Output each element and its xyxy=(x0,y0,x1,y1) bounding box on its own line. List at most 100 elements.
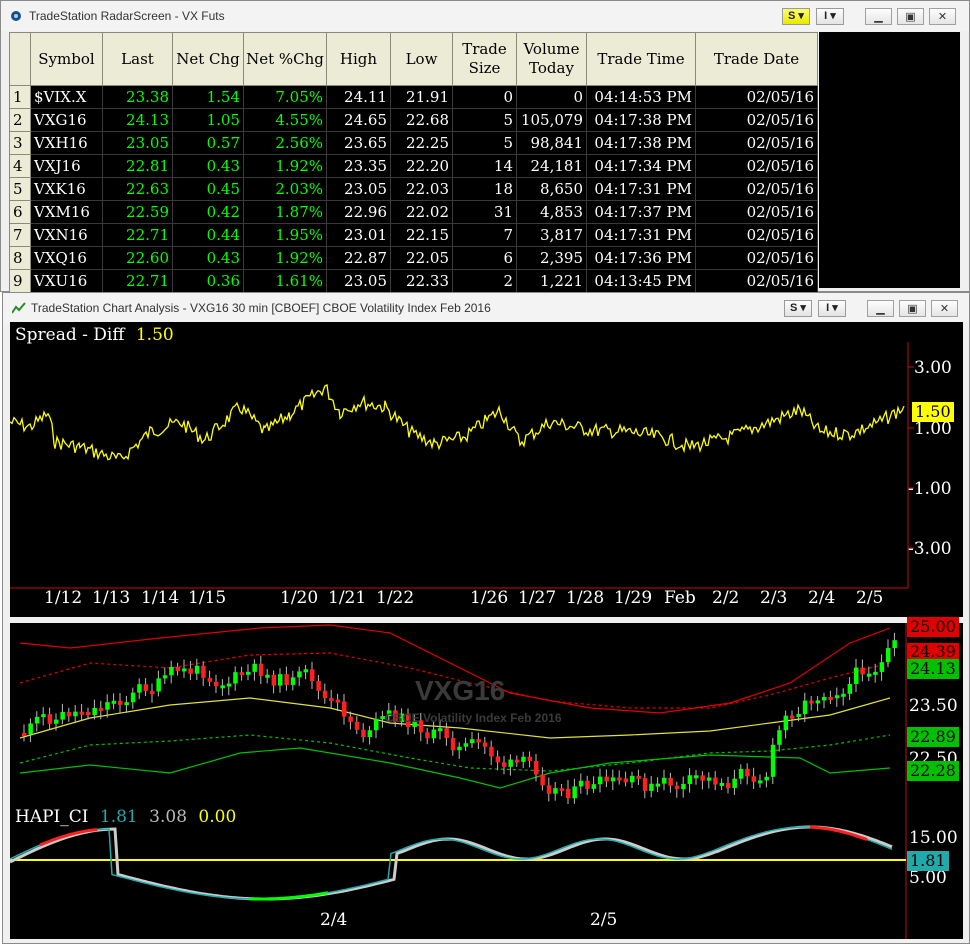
trade-size-cell[interactable]: 31 xyxy=(452,200,517,224)
net-pct-cell[interactable]: 1.92% xyxy=(243,246,327,270)
low-cell[interactable]: 22.68 xyxy=(390,108,453,132)
volume-cell[interactable]: 0 xyxy=(516,85,587,109)
net-pct-cell[interactable]: 1.92% xyxy=(243,154,327,178)
high-cell[interactable]: 23.05 xyxy=(326,269,391,293)
volume-cell[interactable]: 2,395 xyxy=(516,246,587,270)
trade-size-cell[interactable]: 18 xyxy=(452,177,517,201)
trade-date-cell[interactable]: 02/05/16 xyxy=(695,269,818,293)
radar-row[interactable]: 6 VXM16 22.59 0.42 1.87% 22.96 22.02 31 4,853 04:… xyxy=(9,200,818,224)
trade-date-cell[interactable]: 02/05/16 xyxy=(695,200,818,224)
trade-date-cell[interactable]: 02/05/16 xyxy=(695,131,818,155)
net-chg-cell[interactable]: 1.54 xyxy=(172,85,244,109)
radarscreen-restore-button[interactable]: ▣ xyxy=(897,8,924,25)
volume-cell[interactable]: 4,853 xyxy=(516,200,587,224)
symbol-cell[interactable]: VXU16 xyxy=(30,269,103,293)
hapi-panel[interactable]: HAPI_CI 1.81 3.08 0.00 15.00 5.00 1.81 2… xyxy=(10,804,963,939)
last-cell[interactable]: 22.81 xyxy=(102,154,173,178)
symbol-cell[interactable]: VXH16 xyxy=(30,131,103,155)
high-cell[interactable]: 23.05 xyxy=(326,177,391,201)
trade-time-cell[interactable]: 04:17:31 PM xyxy=(586,223,696,247)
radarscreen-close-button[interactable]: ✕ xyxy=(929,8,956,25)
trade-size-cell[interactable]: 5 xyxy=(452,108,517,132)
col-header-last[interactable]: Last xyxy=(102,32,173,86)
low-cell[interactable]: 22.03 xyxy=(390,177,453,201)
net-chg-cell[interactable]: 0.57 xyxy=(172,131,244,155)
net-pct-cell[interactable]: 1.61% xyxy=(243,269,327,293)
net-pct-cell[interactable]: 2.56% xyxy=(243,131,327,155)
col-header-trade-time[interactable]: Trade Time xyxy=(586,32,696,86)
trade-time-cell[interactable]: 04:17:31 PM xyxy=(586,177,696,201)
trade-size-cell[interactable]: 0 xyxy=(452,85,517,109)
col-header-trade-date[interactable]: Trade Date xyxy=(695,32,818,86)
last-cell[interactable]: 22.71 xyxy=(102,223,173,247)
high-cell[interactable]: 24.65 xyxy=(326,108,391,132)
trade-size-cell[interactable]: 2 xyxy=(452,269,517,293)
col-header-volume-today[interactable]: Volume Today xyxy=(516,32,587,86)
trade-time-cell[interactable]: 04:17:38 PM xyxy=(586,131,696,155)
low-cell[interactable]: 22.05 xyxy=(390,246,453,270)
col-header-net-chg[interactable]: Net Chg xyxy=(172,32,244,86)
radarscreen-titlebar[interactable]: TradeStation RadarScreen - VX Futs S ▾ I… xyxy=(1,1,969,31)
symbol-cell[interactable]: VXM16 xyxy=(30,200,103,224)
chart-titlebar[interactable]: TradeStation Chart Analysis - VXG16 30 m… xyxy=(3,293,969,323)
chart-restore-button[interactable]: ▣ xyxy=(899,300,926,317)
net-chg-cell[interactable]: 1.05 xyxy=(172,108,244,132)
radar-row[interactable]: 9 VXU16 22.71 0.36 1.61% 23.05 22.33 2 1,221 04:1… xyxy=(9,269,818,293)
radarscreen-i-button[interactable]: I ▾ xyxy=(816,8,844,25)
symbol-cell[interactable]: $VIX.X xyxy=(30,85,103,109)
radarscreen-s-button[interactable]: S ▾ xyxy=(782,8,810,25)
volume-cell[interactable]: 3,817 xyxy=(516,223,587,247)
high-cell[interactable]: 23.01 xyxy=(326,223,391,247)
net-chg-cell[interactable]: 0.36 xyxy=(172,269,244,293)
net-chg-cell[interactable]: 0.45 xyxy=(172,177,244,201)
trade-time-cell[interactable]: 04:17:37 PM xyxy=(586,200,696,224)
chart-s-button[interactable]: S ▾ xyxy=(784,300,812,317)
last-cell[interactable]: 23.05 xyxy=(102,131,173,155)
radar-row[interactable]: 1 $VIX.X 23.38 1.54 7.05% 24.11 21.91 0 0 04:14:5… xyxy=(9,85,818,109)
low-cell[interactable]: 22.02 xyxy=(390,200,453,224)
col-header-trade-size[interactable]: Trade Size xyxy=(452,32,517,86)
trade-size-cell[interactable]: 6 xyxy=(452,246,517,270)
chart-minimize-button[interactable]: ▁ xyxy=(867,300,894,317)
trade-date-cell[interactable]: 02/05/16 xyxy=(695,85,818,109)
net-pct-cell[interactable]: 4.55% xyxy=(243,108,327,132)
net-pct-cell[interactable]: 1.95% xyxy=(243,223,327,247)
volume-cell[interactable]: 98,841 xyxy=(516,131,587,155)
radar-row[interactable]: 5 VXK16 22.63 0.45 2.03% 23.05 22.03 18 8,650 04:… xyxy=(9,177,818,201)
high-cell[interactable]: 23.35 xyxy=(326,154,391,178)
volume-cell[interactable]: 105,079 xyxy=(516,108,587,132)
net-chg-cell[interactable]: 0.42 xyxy=(172,200,244,224)
low-cell[interactable]: 21.91 xyxy=(390,85,453,109)
trade-time-cell[interactable]: 04:17:38 PM xyxy=(586,108,696,132)
trade-date-cell[interactable]: 02/05/16 xyxy=(695,223,818,247)
trade-size-cell[interactable]: 14 xyxy=(452,154,517,178)
last-cell[interactable]: 23.38 xyxy=(102,85,173,109)
net-pct-cell[interactable]: 7.05% xyxy=(243,85,327,109)
last-cell[interactable]: 22.59 xyxy=(102,200,173,224)
radar-row[interactable]: 3 VXH16 23.05 0.57 2.56% 23.65 22.25 5 98,841 04:… xyxy=(9,131,818,155)
symbol-cell[interactable]: VXK16 xyxy=(30,177,103,201)
net-chg-cell[interactable]: 0.43 xyxy=(172,246,244,270)
last-cell[interactable]: 24.13 xyxy=(102,108,173,132)
high-cell[interactable]: 22.96 xyxy=(326,200,391,224)
trade-size-cell[interactable]: 7 xyxy=(452,223,517,247)
trade-time-cell[interactable]: 04:17:34 PM xyxy=(586,154,696,178)
high-cell[interactable]: 23.65 xyxy=(326,131,391,155)
trade-date-cell[interactable]: 02/05/16 xyxy=(695,177,818,201)
net-pct-cell[interactable]: 1.87% xyxy=(243,200,327,224)
spread-panel[interactable]: Spread - Diff 1.50 3.00 1.00 -1.00 -3.00… xyxy=(10,322,963,617)
symbol-cell[interactable]: VXG16 xyxy=(30,108,103,132)
trade-date-cell[interactable]: 02/05/16 xyxy=(695,108,818,132)
volume-cell[interactable]: 8,650 xyxy=(516,177,587,201)
symbol-cell[interactable]: VXQ16 xyxy=(30,246,103,270)
high-cell[interactable]: 22.87 xyxy=(326,246,391,270)
last-cell[interactable]: 22.63 xyxy=(102,177,173,201)
high-cell[interactable]: 24.11 xyxy=(326,85,391,109)
col-header-low[interactable]: Low xyxy=(390,32,453,86)
trade-time-cell[interactable]: 04:13:45 PM xyxy=(586,269,696,293)
chart-i-button[interactable]: I ▾ xyxy=(818,300,846,317)
net-pct-cell[interactable]: 2.03% xyxy=(243,177,327,201)
symbol-cell[interactable]: VXN16 xyxy=(30,223,103,247)
radarscreen-minimize-button[interactable]: ▁ xyxy=(865,8,892,25)
trade-date-cell[interactable]: 02/05/16 xyxy=(695,154,818,178)
